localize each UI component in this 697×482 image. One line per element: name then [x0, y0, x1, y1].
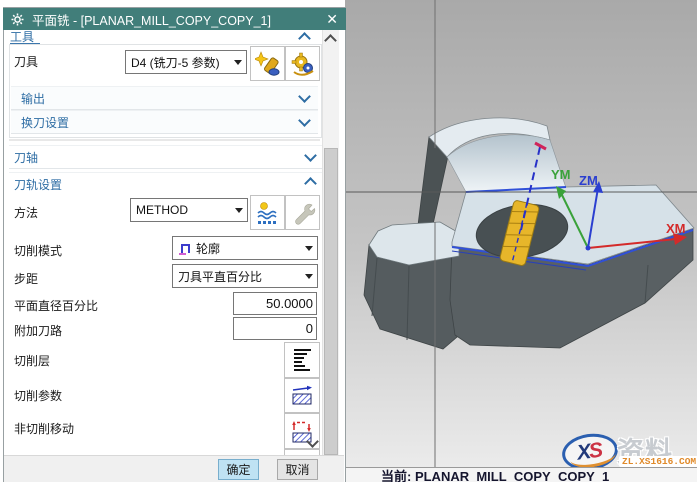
new-tool-icon [254, 50, 279, 76]
flat-diameter-percent-label: 平面直径百分比 [14, 299, 99, 313]
section-tool-axis-label: 刀轴 [14, 150, 39, 165]
gear-icon [11, 13, 24, 25]
wrench-icon [294, 203, 315, 225]
method-label: 方法 [14, 206, 39, 220]
flat-diameter-percent-value: 50.0000 [266, 296, 313, 311]
part-model [363, 117, 695, 350]
method-select-value: METHOD [136, 203, 188, 217]
cancel-button[interactable]: 取消 [277, 459, 318, 480]
non-cutting-moves-label: 非切削移动 [14, 422, 75, 436]
new-method-button[interactable] [250, 195, 285, 230]
dropdown-arrow-icon [234, 60, 242, 65]
additional-passes-label: 附加刀路 [14, 324, 63, 338]
stepover-label: 步距 [14, 272, 39, 286]
section-tool-group-label: 工具 [10, 31, 35, 44]
cutting-parameters-icon [292, 385, 312, 404]
watermark: X S 资料网 ZL.XS1616.COM [559, 430, 697, 482]
ym-axis-label: YM [551, 167, 571, 182]
cut-pattern-select[interactable]: 轮廓 [172, 236, 318, 260]
mcs-origin [585, 245, 591, 251]
operation-status-bar: 当前: PLANAR_MILL_COPY_COPY_1 [345, 467, 697, 482]
section-tool-change[interactable]: 换刀设置 [11, 110, 318, 134]
section-path-settings[interactable]: 刀轨设置 [9, 172, 322, 195]
viewport-scene: YM ZM XM [345, 0, 697, 467]
ok-button[interactable]: 确定 [218, 459, 259, 480]
current-operation-text: 当前: PLANAR_MILL_COPY_COPY_1 [381, 469, 610, 482]
new-method-icon [256, 201, 277, 224]
section-output-label: 输出 [21, 91, 46, 106]
tool-settings-button[interactable] [285, 46, 320, 81]
section-path-settings-label: 刀轨设置 [14, 177, 63, 192]
dialog-title: 平面铣 - [PLANAR_MILL_COPY_COPY_1] [32, 13, 271, 28]
section-tool-group[interactable]: 工具 [10, 31, 40, 44]
additional-passes-value: 0 [305, 321, 313, 336]
section-output[interactable]: 输出 [11, 86, 318, 110]
watermark-url: ZL.XS1616.COM [619, 456, 697, 467]
cutting-parameters-label: 切削参数 [14, 389, 63, 403]
cut-pattern-label: 切削模式 [14, 244, 63, 258]
tool-select[interactable]: D4 (铣刀-5 参数) [125, 50, 247, 74]
flat-diameter-percent-input[interactable]: 50.0000 [233, 292, 317, 315]
app-window: YM ZM XM X S 资料网 ZL.XS1616.COM 当前: PLANA… [0, 0, 697, 482]
cut-levels-icon [294, 349, 311, 371]
cutting-parameters-button[interactable] [284, 378, 320, 413]
tool-settings-icon [291, 52, 314, 76]
dropdown-arrow-icon [305, 246, 313, 251]
section-tool-change-label: 换刀设置 [21, 115, 70, 130]
stepover-value: 刀具平直百分比 [178, 269, 263, 284]
edit-method-button[interactable] [285, 195, 320, 230]
zm-axis-label: ZM [579, 173, 598, 188]
tool-label: 刀具 [14, 55, 39, 69]
dropdown-arrow-icon [305, 274, 313, 279]
close-button[interactable]: ✕ [326, 8, 338, 30]
profile-pattern-icon [179, 244, 190, 255]
section-tool-axis[interactable]: 刀轴 [9, 145, 322, 169]
new-tool-button[interactable] [250, 46, 285, 81]
cut-pattern-value: 轮廓 [196, 241, 221, 256]
scrollbar-thumb[interactable] [324, 148, 338, 455]
xm-axis-label: XM [666, 221, 686, 236]
viewport-3d[interactable]: YM ZM XM [345, 0, 697, 467]
method-select[interactable]: METHOD [130, 198, 248, 222]
cut-levels-button[interactable] [284, 342, 320, 378]
dropdown-arrow-icon [235, 208, 243, 213]
stepover-select[interactable]: 刀具平直百分比 [172, 264, 318, 288]
separator [9, 139, 320, 141]
dialog-title-bar[interactable]: 平面铣 - [PLANAR_MILL_COPY_COPY_1] ✕ [3, 8, 346, 30]
cut-levels-label: 切削层 [14, 354, 51, 368]
additional-passes-input[interactable]: 0 [233, 317, 317, 340]
tool-select-value: D4 (铣刀-5 参数) [131, 55, 220, 70]
